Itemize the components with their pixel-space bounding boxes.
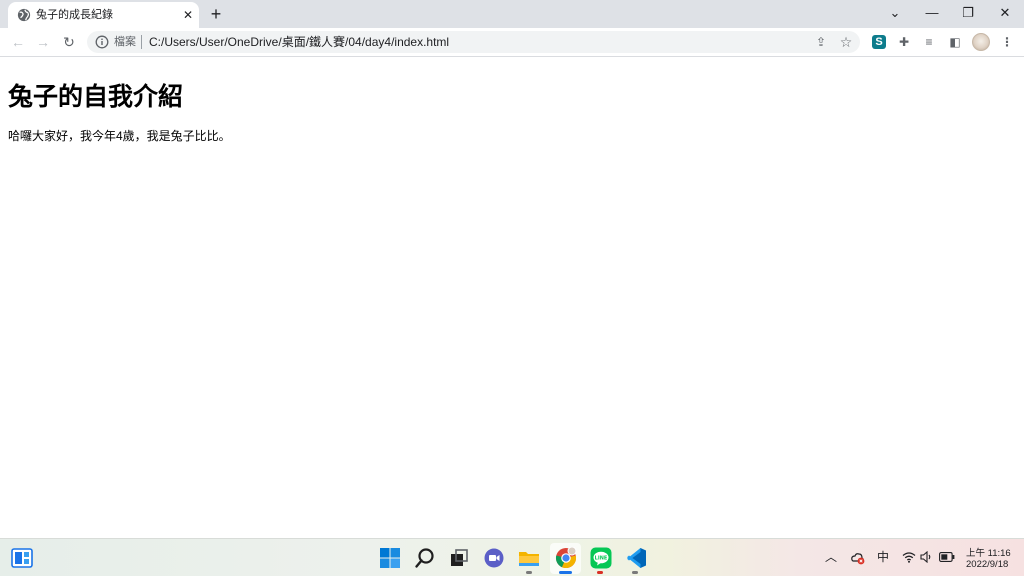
reload-button[interactable]: ↻ — [59, 32, 79, 52]
back-button[interactable]: ← — [8, 32, 28, 52]
clock-time[interactable]: 上午 11:16 — [966, 545, 1011, 559]
minimize-button[interactable]: — — [920, 3, 944, 23]
address-bar[interactable]: 檔案 C:/Users/User/OneDrive/桌面/鐵人賽/04/day4… — [87, 31, 860, 53]
windows-start-icon[interactable] — [379, 547, 401, 569]
page-heading: 兔子的自我介紹 — [8, 83, 184, 111]
security-label: 檔案 — [114, 36, 136, 48]
menu-kebab-icon[interactable]: ⋮ — [998, 33, 1016, 51]
line-running-indicator — [597, 571, 603, 574]
profile-avatar[interactable] — [972, 33, 990, 51]
close-window-button[interactable]: ✕ — [993, 3, 1017, 23]
bookmark-star-icon[interactable]: ☆ — [838, 34, 854, 50]
clock-date[interactable]: 2022/9/18 — [966, 559, 1008, 570]
info-icon[interactable] — [95, 35, 109, 49]
tab-title: 兔子的成長紀錄 — [36, 9, 113, 21]
restore-button[interactable]: ❐ — [956, 3, 980, 23]
browser-tab[interactable]: 兔子的成長紀錄 ✕ — [8, 2, 199, 28]
search-icon[interactable] — [414, 547, 436, 569]
tab-strip: 兔子的成長紀錄 ✕ + ⌄ — ❐ ✕ — [0, 0, 1024, 28]
share-icon[interactable]: ⇪ — [813, 34, 829, 50]
omnibox-divider — [141, 35, 142, 49]
chat-icon[interactable] — [483, 547, 505, 569]
battery-icon[interactable] — [939, 552, 955, 562]
wifi-icon[interactable] — [902, 551, 916, 563]
onedrive-error-icon[interactable] — [850, 551, 865, 565]
vscode-running-indicator — [632, 571, 638, 574]
new-tab-button[interactable]: + — [207, 5, 225, 23]
url-text[interactable]: C:/Users/User/OneDrive/桌面/鐵人賽/04/day4/in… — [149, 34, 449, 50]
tray-overflow-chevron-icon[interactable]: ︿ — [825, 550, 837, 564]
ime-indicator[interactable]: 中 — [877, 550, 889, 564]
intro-paragraph: 哈囉大家好，我今年4歲，我是兔子比比。 — [8, 129, 231, 143]
chrome-running-indicator — [559, 571, 572, 574]
globe-icon — [17, 8, 31, 22]
widgets-icon[interactable] — [11, 548, 33, 568]
reading-list-icon[interactable]: ≡ — [920, 33, 938, 51]
file-explorer-icon[interactable] — [518, 547, 540, 569]
tab-close-icon[interactable]: ✕ — [180, 7, 196, 23]
tab-search-icon[interactable]: ⌄ — [883, 3, 907, 23]
svg-text:LINE: LINE — [595, 556, 608, 562]
extensions-puzzle-icon[interactable]: ✚ — [895, 33, 913, 51]
extension-s-icon[interactable]: S — [872, 35, 886, 49]
vscode-icon[interactable] — [625, 547, 647, 569]
page-viewport: 兔子的自我介紹 哈囉大家好，我今年4歲，我是兔子比比。 — [0, 58, 1024, 538]
file-explorer-running-indicator — [526, 571, 532, 574]
volume-icon[interactable] — [920, 551, 933, 563]
chrome-icon[interactable] — [555, 547, 577, 569]
taskbar: LINE ︿ 中 上午 11:16 2022/9/18 — [0, 538, 1024, 576]
forward-button[interactable]: → — [33, 32, 53, 52]
screen: 兔子的成長紀錄 ✕ + ⌄ — ❐ ✕ ← → ↻ 檔案 C:/Users/Us… — [0, 0, 1024, 576]
line-app-icon[interactable]: LINE — [590, 547, 612, 569]
browser-toolbar: ← → ↻ 檔案 C:/Users/User/OneDrive/桌面/鐵人賽/0… — [0, 28, 1024, 57]
side-panel-icon[interactable]: ◧ — [946, 33, 964, 51]
task-view-icon[interactable] — [448, 547, 470, 569]
